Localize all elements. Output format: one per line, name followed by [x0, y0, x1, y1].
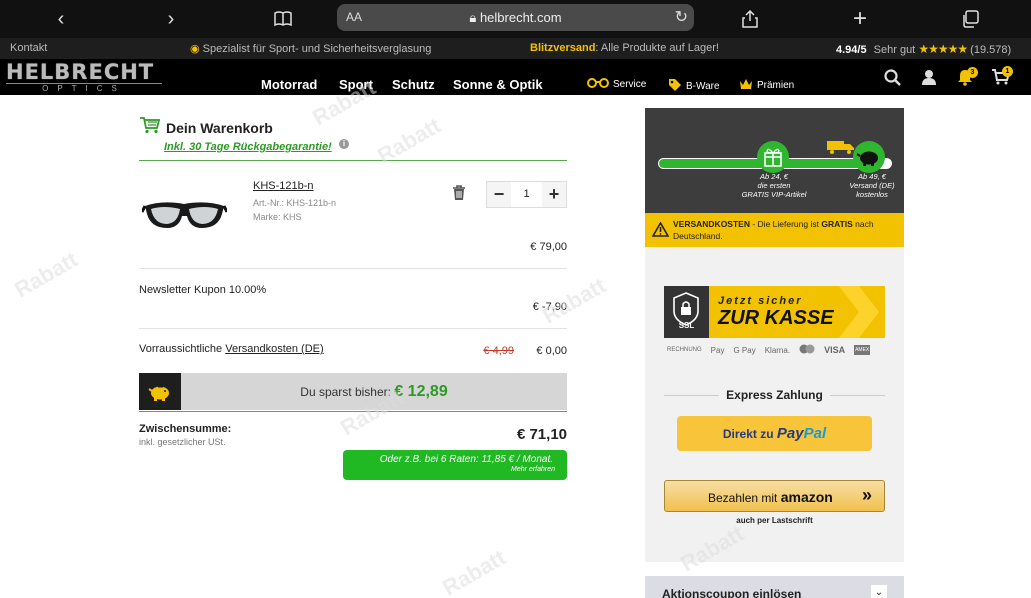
- reload-icon[interactable]: ↻: [675, 7, 688, 27]
- shipping-label: Vorraussichtliche Versandkosten (DE): [139, 343, 324, 355]
- share-icon[interactable]: [738, 0, 762, 38]
- back-icon[interactable]: ‹: [48, 0, 74, 38]
- info-icon[interactable]: i: [339, 139, 349, 149]
- divider: [139, 160, 567, 161]
- ssl-lock-icon: SSL: [664, 286, 709, 338]
- logo[interactable]: HELBRECHT OPTICS: [6, 61, 162, 93]
- google-pay-icon: G Pay: [733, 345, 756, 355]
- nav-praemien[interactable]: Prämien: [739, 78, 794, 93]
- coupon-label: Newsletter Kupon 10.00%: [139, 284, 267, 296]
- eye-icon: ◉: [190, 43, 200, 55]
- url-text: helbrecht.com: [479, 10, 562, 25]
- mastercard-icon: [799, 344, 815, 356]
- account-icon[interactable]: [921, 69, 937, 90]
- subtotal-amount: € 71,10: [516, 426, 567, 443]
- site-header: HELBRECHT OPTICS Motorrad Sport Schutz S…: [0, 59, 1031, 95]
- rating-stars-icon: ★★★★★: [918, 42, 968, 56]
- shipping-progress-panel: Ab 24, € die ersten GRATIS VIP-Artikel A…: [645, 108, 904, 213]
- cart-title: Dein Warenkorb: [140, 117, 273, 139]
- return-guarantee-link[interactable]: Inkl. 30 Tage Rückgabegarantie!: [164, 141, 332, 153]
- nav-schutz[interactable]: Schutz: [392, 77, 435, 92]
- product-image-glasses[interactable]: [140, 192, 229, 240]
- crown-icon: [739, 78, 753, 93]
- installment-more-link[interactable]: Mehr erfahren: [511, 466, 555, 473]
- notification-badge: 3: [967, 67, 978, 78]
- express-label: Blitzversand: [530, 42, 596, 54]
- checkout-button[interactable]: SSL Jetzt sicher ZUR KASSE: [664, 286, 885, 338]
- subtotal-label: Zwischensumme:: [139, 423, 232, 435]
- nav-service[interactable]: Service: [587, 78, 646, 91]
- lock-icon: 🔒︎: [469, 10, 480, 25]
- warning-icon: [651, 221, 670, 242]
- quantity-stepper: − 1 +: [486, 181, 567, 208]
- bookmarks-icon[interactable]: [270, 0, 296, 38]
- tagline: Spezialist für Sport- und Sicherheitsver…: [202, 43, 432, 55]
- nav-bware[interactable]: B-Ware: [668, 78, 720, 95]
- shipping-notice: VERSANDKOSTEN - Die Lieferung ist GRATIS…: [645, 213, 904, 247]
- apple-pay-icon: Pay: [710, 345, 725, 355]
- quantity-plus-button[interactable]: +: [542, 182, 566, 207]
- product-name-link[interactable]: KHS-121b-n: [253, 180, 314, 192]
- tabs-icon[interactable]: [958, 0, 982, 38]
- forward-icon[interactable]: ›: [158, 0, 184, 38]
- amazon-pay-button[interactable]: Bezahlen mit amazon »: [664, 480, 885, 512]
- tax-note: inkl. gesetzlicher USt.: [139, 437, 226, 447]
- milestone-vip: Ab 24, € die ersten GRATIS VIP-Artikel: [741, 172, 807, 199]
- shipping-new-price: € 0,00: [536, 345, 567, 357]
- invoice-icon: RECHNUNG: [667, 347, 702, 353]
- product-sku: Art.-Nr.: KHS-121b-n: [253, 198, 337, 208]
- trash-icon[interactable]: [452, 185, 466, 206]
- klarna-icon: Klarna.: [764, 345, 791, 355]
- amazon-note: auch per Lastschrift: [736, 516, 813, 525]
- rating[interactable]: 4.94/5 Sehr gut ★★★★★ (19.578): [836, 42, 1011, 56]
- address-bar[interactable]: AA 🔒︎ helbrecht.com ↻: [337, 4, 694, 31]
- shipping-old-price: € 4,99: [483, 345, 514, 357]
- watermark: Rabatt: [538, 272, 610, 329]
- quantity-value[interactable]: 1: [511, 182, 542, 207]
- milestone-free-shipping: Ab 49, € Versand (DE) kostenlos: [849, 172, 895, 199]
- nav-sonne-optik[interactable]: Sonne & Optik: [453, 77, 543, 92]
- installment-button[interactable]: Oder z.B. bei 6 Raten: 11,85 € / Monat. …: [343, 450, 567, 480]
- divider: [830, 395, 885, 396]
- divider: [139, 328, 567, 329]
- chevron-right-icon: [833, 286, 885, 343]
- info-bar: Kontakt ◉ Spezialist für Sport- und Sich…: [0, 38, 1031, 59]
- watermark: Rabatt: [438, 544, 510, 598]
- double-chevron-icon: »: [861, 485, 872, 505]
- payment-methods: RECHNUNG Pay G Pay Klarna. VISA AMEX: [667, 344, 885, 356]
- browser-toolbar: ‹ › AA 🔒︎ helbrecht.com ↻ +: [0, 0, 1031, 38]
- promo-coupon-section[interactable]: Aktionscoupon einlösen ⌄: [645, 576, 904, 598]
- watermark: Rabatt: [10, 246, 82, 303]
- amazon-logo: amazon: [780, 489, 833, 505]
- visa-icon: VISA: [824, 345, 846, 355]
- savings-banner: Du sparst bisher: € 12,89: [139, 373, 567, 410]
- shipping-costs-link[interactable]: Versandkosten (DE): [225, 343, 323, 355]
- product-brand: Marke: KHS: [253, 212, 302, 222]
- nav-motorrad[interactable]: Motorrad: [261, 77, 317, 92]
- contact-link[interactable]: Kontakt: [10, 42, 47, 54]
- amex-icon: AMEX: [854, 345, 871, 355]
- shopping-cart-icon: [140, 117, 161, 139]
- glasses-icon: [587, 78, 609, 91]
- express-text: : Alle Produkte auf Lager!: [595, 42, 719, 54]
- installment-text: Oder z.B. bei 6 Raten: 11,85 € / Monat.: [379, 454, 553, 465]
- new-tab-icon[interactable]: +: [848, 0, 872, 38]
- search-icon[interactable]: [884, 69, 901, 91]
- tag-icon: [668, 78, 682, 95]
- cart-badge: 1: [1002, 66, 1013, 77]
- piggy-bank-icon: [139, 373, 181, 410]
- item-price: € 79,00: [530, 241, 567, 253]
- divider: [139, 268, 567, 269]
- chevron-down-icon[interactable]: ⌄: [871, 585, 887, 598]
- paypal-button[interactable]: Direkt zu PayPal: [677, 416, 872, 451]
- quantity-minus-button[interactable]: −: [487, 182, 511, 207]
